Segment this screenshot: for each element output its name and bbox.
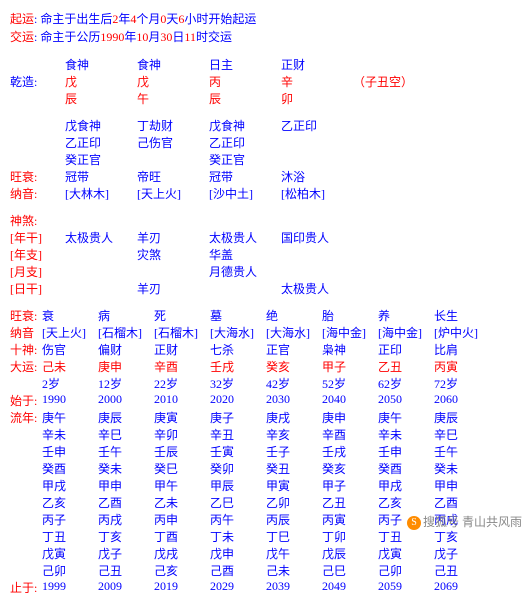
shishen-row: 十神: 伤官偏财正财七杀正官枭神正印比肩 <box>10 341 490 358</box>
wangshuai-label: 旺衰: <box>10 168 65 185</box>
watermark: S搜狐号 青山共风雨 <box>407 513 522 530</box>
shensha-table: 神煞: [年干]太极贵人羊刃太极贵人国印贵人 [年支]灾煞华盖 [月支]月德贵人… <box>10 212 353 297</box>
kongwang: （子丑空） <box>353 73 413 90</box>
age-row: 2岁12岁22岁32岁42岁52岁62岁72岁 <box>10 375 490 392</box>
zhiyu-row: 止于: 19992009201920292039204920592069 <box>10 579 490 596</box>
wangshuai-row: 旺衰: 衰病死墓绝胎养长生 <box>10 307 490 324</box>
qiyun-label: 起运 <box>10 12 34 26</box>
watermark-brand: 搜狐号 <box>423 515 459 529</box>
liunian-row: 流年: 庚午庚辰庚寅庚子庚戌庚申庚午庚辰 <box>10 409 490 426</box>
nayin-label: 纳音: <box>10 185 65 202</box>
jiaoyun-line: 交运: 命主于公历1990年10月30日11时交运 <box>10 28 532 46</box>
nayin-row: 纳音 [天上火][石榴木][石榴木][大海水][大海水][海中金][海中金][炉… <box>10 324 490 341</box>
watermark-author: 青山共风雨 <box>462 515 522 529</box>
shensha-title: 神煞: <box>10 212 65 229</box>
jiaoyun-label: 交运 <box>10 30 34 44</box>
sohu-logo-icon: S <box>407 516 421 530</box>
dayun-row: 大运: 己未庚申辛酉壬戌癸亥甲子乙丑丙寅 <box>10 358 490 375</box>
shiyu-row: 始于: 19902000201020202030204020502060 <box>10 392 490 409</box>
qianzao-label: 乾造: <box>10 73 65 90</box>
qiyun-line: 起运: 命主于出生后2年4个月0天6小时开始起运 <box>10 10 532 28</box>
dayun-table: 旺衰: 衰病死墓绝胎养长生 纳音 [天上火][石榴木][石榴木][大海水][大海… <box>10 307 490 596</box>
pillars-table: 食神食神日主正财 乾造:戊戊丙辛（子丑空） 辰午辰卯 戊食神丁劫财戊食神乙正印 … <box>10 56 413 202</box>
